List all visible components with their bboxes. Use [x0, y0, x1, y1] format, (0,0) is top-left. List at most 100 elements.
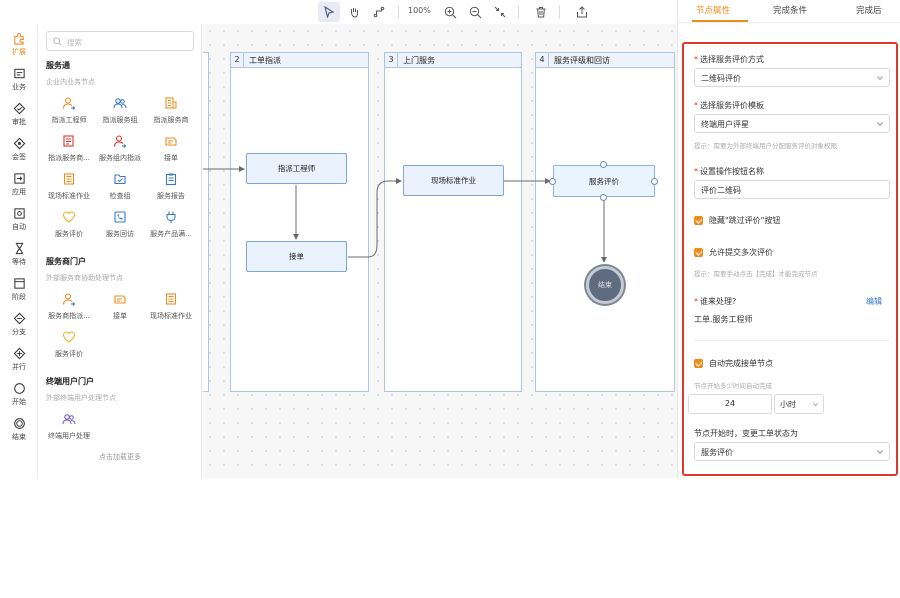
connect-handle-right[interactable]	[651, 178, 658, 185]
allow-multi-label: 允许提交多次评价	[709, 248, 773, 257]
fit-icon[interactable]	[489, 2, 511, 22]
node-item-provider-eval[interactable]: 服务评价	[42, 330, 96, 364]
card-icon	[13, 68, 25, 79]
user-assign-icon	[62, 97, 76, 110]
node-item-product-satisfaction[interactable]: 服务产品满...	[144, 210, 198, 244]
node-item-label: 现场标准作业	[150, 312, 192, 320]
rail-item-auto[interactable]: 自动	[0, 205, 38, 241]
node-search-input[interactable]: 搜索	[46, 31, 194, 51]
node-item-label: 指派服务商	[153, 116, 189, 124]
node-item-assign-provider-2[interactable]: 指派服务商...	[42, 134, 96, 168]
cosign-icon	[13, 137, 25, 150]
allow-multi-hint: 提示：需要手动点击【完成】才能完成节点	[694, 270, 818, 278]
parallel-icon	[13, 347, 25, 360]
rail-label: 会签	[12, 153, 26, 161]
node-item-assign-group[interactable]: 指派服务组	[93, 96, 147, 130]
rail-item-end[interactable]: 结束	[0, 415, 38, 451]
node-item-group-internal-assign[interactable]: 服务组内指派	[93, 134, 147, 168]
node-item-enduser-handle[interactable]: 终端用户处理	[42, 412, 96, 446]
allow-multi-checkbox[interactable]: 允许提交多次评价	[694, 247, 773, 258]
node-item-label: 指派工程师	[51, 116, 87, 124]
export-icon[interactable]	[571, 2, 593, 22]
edit-handler-link[interactable]: 编辑	[866, 296, 882, 307]
node-item-accept[interactable]: 接单	[144, 134, 198, 168]
zoom-in-icon[interactable]	[439, 2, 461, 22]
status-value: 服务评价	[701, 448, 733, 457]
edge-accept-to-onsite[interactable]	[348, 178, 402, 258]
flow-node-end[interactable]: 结束	[586, 266, 624, 304]
who-handles-value: 工单.服务工程师	[694, 315, 753, 324]
rail-item-cosign[interactable]: 会签	[0, 135, 38, 171]
rail-item-extend[interactable]: 扩展	[0, 30, 38, 66]
node-item-service-report[interactable]: 服务报告	[144, 172, 198, 206]
start-icon	[13, 383, 25, 394]
node-item-label: 接单	[113, 312, 127, 320]
rail-item-wait[interactable]: 等待	[0, 240, 38, 276]
rail-label: 自动	[12, 223, 26, 231]
node-item-assign-engineer[interactable]: 指派工程师	[42, 96, 96, 130]
rail-item-parallel[interactable]: 并行	[0, 345, 38, 381]
plug-icon	[166, 211, 176, 223]
group-subtitle: 企业内业务节点	[46, 78, 95, 86]
connect-handle-left[interactable]	[549, 178, 556, 185]
search-icon	[53, 37, 62, 46]
node-item-label: 现场标准作业	[48, 192, 90, 200]
group-title: 服务商门户	[46, 257, 86, 266]
connector-icon[interactable]	[368, 2, 390, 22]
rail-item-business[interactable]: 业务	[0, 65, 38, 101]
rail-label: 结束	[12, 433, 26, 441]
node-item-provider-onsite[interactable]: 现场标准作业	[144, 292, 198, 326]
phone-revisit-icon	[114, 211, 126, 223]
auto-complete-checkbox[interactable]: 自动完成接单节点	[694, 358, 773, 369]
rail-item-start[interactable]: 开始	[0, 380, 38, 416]
flow-node-onsite-work[interactable]: 现场标准作业	[403, 165, 504, 196]
connect-handle-top[interactable]	[600, 161, 607, 168]
eval-template-select[interactable]: 终端用户评星	[694, 114, 890, 133]
node-item-onsite-work[interactable]: 现场标准作业	[42, 172, 96, 206]
flow-node-assign-engineer[interactable]: 指派工程师	[246, 153, 347, 184]
delete-icon[interactable]	[530, 2, 552, 22]
node-item-inspection[interactable]: 检查组	[93, 172, 147, 206]
chevron-down-icon	[877, 76, 883, 81]
rail-label: 业务	[12, 83, 26, 91]
flow-node-service-eval[interactable]: 服务评价	[553, 165, 655, 197]
flow-node-accept[interactable]: 接单	[246, 241, 347, 272]
hand-icon[interactable]	[343, 2, 365, 22]
checkbox-checked-icon	[694, 359, 703, 368]
auto-complete-unit-select[interactable]: 小时	[774, 394, 824, 414]
rail-item-branch[interactable]: 分支	[0, 310, 38, 346]
rail-label: 扩展	[12, 48, 26, 56]
load-more-link[interactable]: 点击加载更多	[38, 452, 202, 462]
rail-item-stage[interactable]: 阶段	[0, 275, 38, 311]
node-item-provider-accept[interactable]: 接单	[93, 292, 147, 326]
node-item-service-revisit[interactable]: 服务回访	[93, 210, 147, 244]
rail-item-app[interactable]: 应用	[0, 170, 38, 206]
tab-after-completion[interactable]: 完成后	[856, 4, 882, 16]
tab-node-properties[interactable]: 节点属性	[696, 4, 730, 16]
inspection-icon	[114, 174, 126, 185]
toolbar-divider	[518, 5, 519, 19]
rail-label: 应用	[12, 188, 26, 196]
canvas-toolbar: 100%	[0, 0, 677, 24]
branch-icon	[13, 312, 25, 325]
eval-method-value: 二维码评价	[701, 74, 741, 83]
node-item-label: 服务报告	[157, 192, 185, 200]
node-item-service-eval[interactable]: 服务评价	[42, 210, 96, 244]
hide-skip-checkbox[interactable]: 隐藏"跳过评价"按钮	[694, 215, 780, 226]
select-arrow-icon[interactable]	[318, 2, 340, 22]
eval-method-select[interactable]: 二维码评价	[694, 68, 890, 87]
node-item-provider-assign[interactable]: 服务商指派...	[42, 292, 96, 326]
button-name-input[interactable]: 评价二维码	[694, 180, 890, 199]
status-change-select[interactable]: 服务评价	[694, 442, 890, 461]
user-transfer-icon	[113, 135, 127, 148]
tab-completion-conditions[interactable]: 完成条件	[773, 4, 807, 16]
connect-handle-bottom[interactable]	[600, 194, 607, 201]
zoom-out-icon[interactable]	[464, 2, 486, 22]
checkbox-checked-icon	[694, 216, 703, 225]
clipboard-icon	[165, 173, 177, 186]
auto-complete-duration-input[interactable]: 24	[688, 394, 772, 414]
node-item-label: 服务评价	[55, 230, 83, 238]
rail-item-approve[interactable]: 审批	[0, 100, 38, 136]
node-item-assign-provider[interactable]: 指派服务商	[144, 96, 198, 130]
workflow-canvas[interactable]: 2 工单指派 3 上门服务 4 服务评级和回访 指派工程师 接单 现场标准作业 …	[203, 24, 677, 478]
